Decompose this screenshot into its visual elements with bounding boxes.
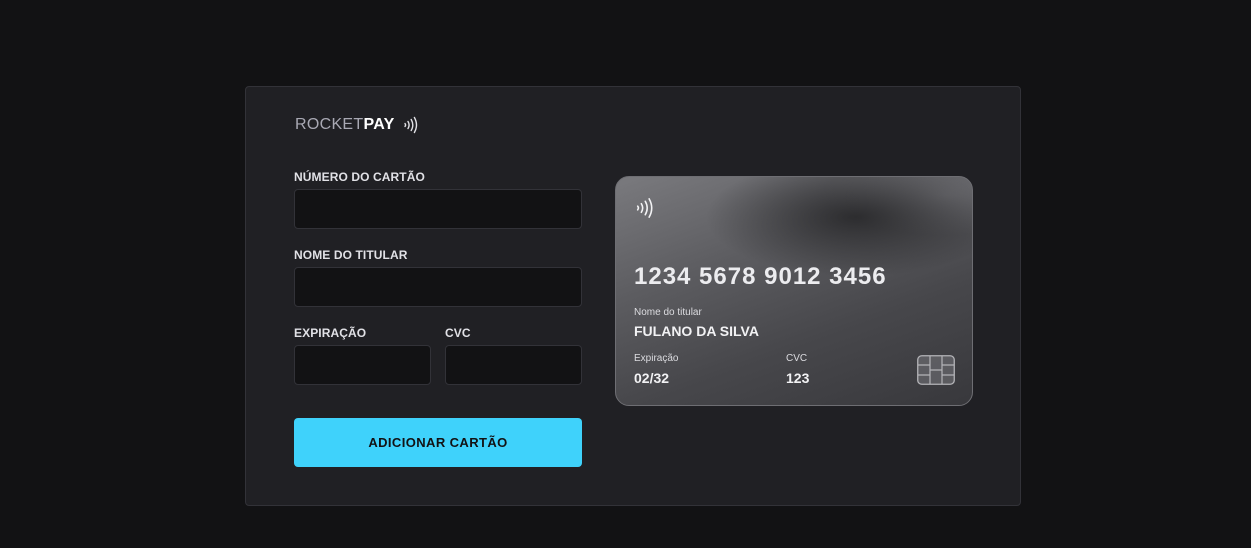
card-number-label: NÚMERO DO CARTÃO <box>294 170 425 184</box>
add-card-button[interactable]: ADICIONAR CARTÃO <box>294 418 582 467</box>
card-number-display: 1234 5678 9012 3456 <box>634 263 887 290</box>
card-holder-label: Nome do titular <box>634 307 702 318</box>
logo-text-light: ROCKET <box>295 116 364 133</box>
expiration-input[interactable] <box>294 345 431 385</box>
card-holder-value: FULANO DA SILVA <box>634 323 759 339</box>
card-expiration-value: 02/32 <box>634 370 670 386</box>
payment-panel: ROCKET PAY NÚMERO DO CARTÃO NOME DO TITUL… <box>245 86 1021 506</box>
card-number-input[interactable] <box>294 189 582 229</box>
logo-text-bold: PAY <box>363 116 395 133</box>
holder-name-label: NOME DO TITULAR <box>294 248 408 262</box>
card-cvc-label: CVC <box>786 353 808 364</box>
rocketpay-logo: ROCKET PAY <box>295 116 420 134</box>
card-chip-icon <box>917 355 955 390</box>
contactless-icon <box>402 116 420 134</box>
expiration-label: EXPIRAÇÃO <box>294 326 367 340</box>
card-cvc-value: 123 <box>786 370 810 386</box>
credit-card-preview: 1234 5678 9012 3456 Nome do titular FULA… <box>615 176 973 406</box>
holder-name-input[interactable] <box>294 267 582 307</box>
cvc-input[interactable] <box>445 345 582 385</box>
card-expiration-label: Expiração <box>634 353 679 364</box>
contactless-icon <box>634 197 656 224</box>
cvc-label: CVC <box>445 326 471 340</box>
